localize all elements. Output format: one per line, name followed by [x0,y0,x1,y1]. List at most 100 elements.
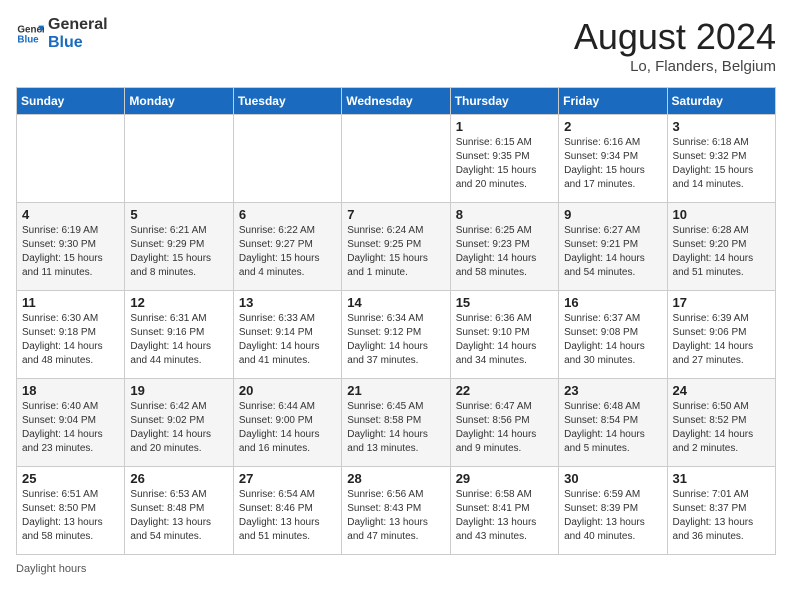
calendar-cell: 30 Sunrise: 6:59 AM Sunset: 8:39 PM Dayli… [559,467,667,555]
calendar-cell: 16Sunrise: 6:37 AM Sunset: 9:08 PM Dayli… [559,291,667,379]
calendar-cell: 24 Sunrise: 6:50 AM Sunset: 8:52 PM Dayli… [667,379,775,467]
day-number: 23 [564,383,661,398]
day-number: 7 [347,207,444,222]
day-detail: Sunrise: 6:48 AM Sunset: 8:54 PM Dayligh… [564,400,661,456]
day-detail: Sunrise: 6:16 AM Sunset: 9:34 PM Dayligh… [564,136,661,192]
calendar-cell [125,115,233,203]
day-detail: Sunrise: 6:27 AM Sunset: 9:21 PM Dayligh… [564,224,661,280]
day-number: 1 [456,119,553,134]
calendar-cell: 15 Sunrise: 6:36 AM Sunset: 9:10 PM Dayli… [450,291,558,379]
calendar-cell: 29 Sunrise: 6:58 AM Sunset: 8:41 PM Dayli… [450,467,558,555]
day-number: 27 [239,471,336,486]
day-detail: Sunrise: 6:44 AM Sunset: 9:00 PM Dayligh… [239,400,336,456]
calendar-cell: 8 Sunrise: 6:25 AM Sunset: 9:23 PM Daylig… [450,203,558,291]
day-number: 30 [564,471,661,486]
day-detail: Sunrise: 7:01 AM Sunset: 8:37 PM Dayligh… [673,488,770,544]
day-detail: Sunrise: 6:21 AM Sunset: 9:29 PM Dayligh… [130,224,227,280]
day-number: 20 [239,383,336,398]
day-detail: Sunrise: 6:51 AM Sunset: 8:50 PM Dayligh… [22,488,119,544]
day-detail: Sunrise: 6:36 AM Sunset: 9:10 PM Dayligh… [456,312,553,368]
footer: Daylight hours [16,563,776,575]
day-detail: Sunrise: 6:56 AM Sunset: 8:43 PM Dayligh… [347,488,444,544]
day-number: 5 [130,207,227,222]
day-number: 8 [456,207,553,222]
day-number: 10 [673,207,770,222]
day-number: 22 [456,383,553,398]
calendar-cell: 20 Sunrise: 6:44 AM Sunset: 9:00 PM Dayli… [233,379,341,467]
day-detail: Sunrise: 6:53 AM Sunset: 8:48 PM Dayligh… [130,488,227,544]
day-number: 28 [347,471,444,486]
day-number: 17 [673,295,770,310]
day-number: 4 [22,207,119,222]
calendar-cell: 19 Sunrise: 6:42 AM Sunset: 9:02 PM Dayli… [125,379,233,467]
weekday-header-row: SundayMondayTuesdayWednesdayThursdayFrid… [17,88,776,115]
day-detail: Sunrise: 6:45 AM Sunset: 8:58 PM Dayligh… [347,400,444,456]
week-row-1: 1 Sunrise: 6:15 AM Sunset: 9:35 PM Daylig… [17,115,776,203]
calendar-cell [233,115,341,203]
calendar-cell: 11 Sunrise: 6:30 AM Sunset: 9:18 PM Dayli… [17,291,125,379]
day-number: 21 [347,383,444,398]
calendar-cell: 12Sunrise: 6:31 AM Sunset: 9:16 PM Dayli… [125,291,233,379]
day-detail: Sunrise: 6:15 AM Sunset: 9:35 PM Dayligh… [456,136,553,192]
day-number: 9 [564,207,661,222]
daylight-label: Daylight hours [16,563,86,575]
calendar-cell: 13Sunrise: 6:33 AM Sunset: 9:14 PM Dayli… [233,291,341,379]
day-number: 31 [673,471,770,486]
day-number: 25 [22,471,119,486]
day-detail: Sunrise: 6:25 AM Sunset: 9:23 PM Dayligh… [456,224,553,280]
calendar-cell: 2Sunrise: 6:16 AM Sunset: 9:34 PM Daylig… [559,115,667,203]
logo: General Blue General Blue [16,16,108,51]
day-detail: Sunrise: 6:59 AM Sunset: 8:39 PM Dayligh… [564,488,661,544]
day-number: 13 [239,295,336,310]
calendar-cell: 5 Sunrise: 6:21 AM Sunset: 9:29 PM Daylig… [125,203,233,291]
weekday-saturday: Saturday [667,88,775,115]
weekday-monday: Monday [125,88,233,115]
logo-blue: Blue [48,34,108,52]
day-detail: Sunrise: 6:28 AM Sunset: 9:20 PM Dayligh… [673,224,770,280]
day-number: 24 [673,383,770,398]
month-year: August 2024 [574,16,776,58]
day-number: 18 [22,383,119,398]
calendar-cell: 3 Sunrise: 6:18 AM Sunset: 9:32 PM Daylig… [667,115,775,203]
day-number: 19 [130,383,227,398]
day-detail: Sunrise: 6:24 AM Sunset: 9:25 PM Dayligh… [347,224,444,280]
day-detail: Sunrise: 6:30 AM Sunset: 9:18 PM Dayligh… [22,312,119,368]
weekday-friday: Friday [559,88,667,115]
calendar-cell: 17 Sunrise: 6:39 AM Sunset: 9:06 PM Dayli… [667,291,775,379]
logo-general: General [48,16,108,34]
day-detail: Sunrise: 6:58 AM Sunset: 8:41 PM Dayligh… [456,488,553,544]
day-detail: Sunrise: 6:42 AM Sunset: 9:02 PM Dayligh… [130,400,227,456]
calendar-cell: 7 Sunrise: 6:24 AM Sunset: 9:25 PM Daylig… [342,203,450,291]
weekday-tuesday: Tuesday [233,88,341,115]
day-number: 11 [22,295,119,310]
day-detail: Sunrise: 6:50 AM Sunset: 8:52 PM Dayligh… [673,400,770,456]
header: General Blue General Blue August 2024 Lo… [16,16,776,75]
day-number: 12 [130,295,227,310]
calendar-cell [17,115,125,203]
calendar-cell: 25 Sunrise: 6:51 AM Sunset: 8:50 PM Dayli… [17,467,125,555]
location: Lo, Flanders, Belgium [574,58,776,75]
day-number: 14 [347,295,444,310]
weekday-sunday: Sunday [17,88,125,115]
day-number: 29 [456,471,553,486]
calendar-cell: 1 Sunrise: 6:15 AM Sunset: 9:35 PM Daylig… [450,115,558,203]
day-detail: Sunrise: 6:19 AM Sunset: 9:30 PM Dayligh… [22,224,119,280]
day-detail: Sunrise: 6:54 AM Sunset: 8:46 PM Dayligh… [239,488,336,544]
title-area: August 2024 Lo, Flanders, Belgium [574,16,776,75]
calendar-cell: 10 Sunrise: 6:28 AM Sunset: 9:20 PM Dayli… [667,203,775,291]
day-detail: Sunrise: 6:18 AM Sunset: 9:32 PM Dayligh… [673,136,770,192]
day-detail: Sunrise: 6:47 AM Sunset: 8:56 PM Dayligh… [456,400,553,456]
day-detail: Sunrise: 6:34 AM Sunset: 9:12 PM Dayligh… [347,312,444,368]
calendar-cell: 21 Sunrise: 6:45 AM Sunset: 8:58 PM Dayli… [342,379,450,467]
week-row-5: 25 Sunrise: 6:51 AM Sunset: 8:50 PM Dayli… [17,467,776,555]
day-number: 15 [456,295,553,310]
logo-icon: General Blue [16,20,44,48]
calendar-cell: 18Sunrise: 6:40 AM Sunset: 9:04 PM Dayli… [17,379,125,467]
calendar-cell: 9 Sunrise: 6:27 AM Sunset: 9:21 PM Daylig… [559,203,667,291]
weekday-thursday: Thursday [450,88,558,115]
day-number: 6 [239,207,336,222]
day-number: 16 [564,295,661,310]
calendar-cell [342,115,450,203]
day-number: 3 [673,119,770,134]
day-detail: Sunrise: 6:39 AM Sunset: 9:06 PM Dayligh… [673,312,770,368]
